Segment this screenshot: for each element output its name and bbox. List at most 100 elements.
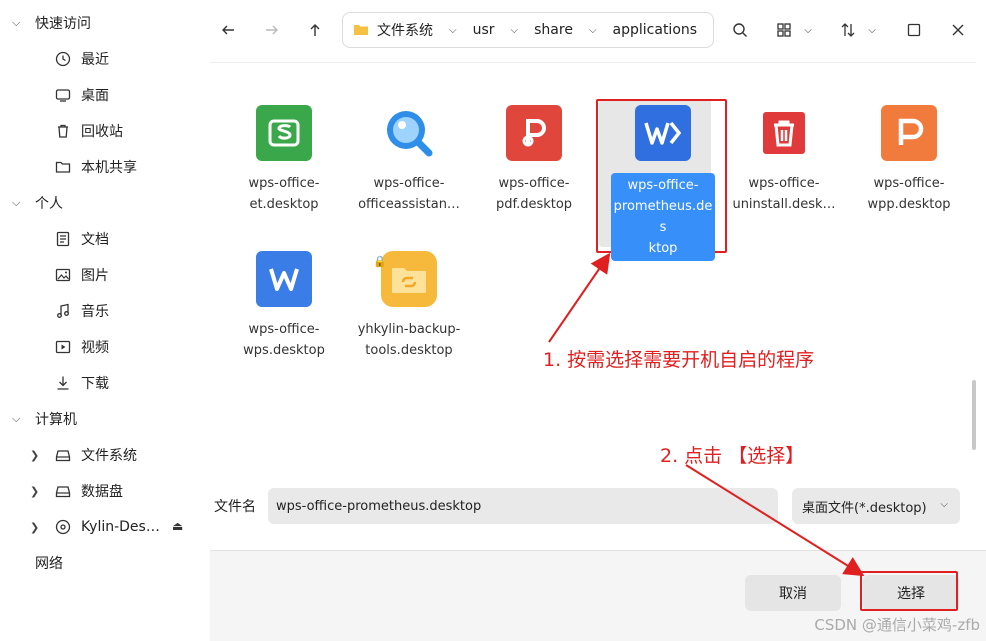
sidebar-item-documents[interactable]: 文档 [55,221,205,257]
breadcrumb-item-usr[interactable]: usr [473,22,495,38]
close-button[interactable] [942,14,974,46]
file-item-et[interactable]: wps-office-et.desktop [224,105,344,215]
file-item-wpp[interactable]: wps-office-wpp.desktop [849,105,969,215]
annotation-box-select [860,571,958,611]
sidebar-item-data-disk[interactable]: ❯ 数据盘 [30,473,205,509]
file-name-line: wps-office- [627,178,699,193]
clock-icon [55,51,71,67]
music-icon [55,303,71,319]
vertical-scrollbar[interactable] [972,380,976,450]
view-mode-button[interactable] [772,14,796,46]
file-name-line: wps.desktop [243,343,325,358]
sidebar-group-personal[interactable]: ⌵ 个人 [0,185,210,221]
sidebar-group-label: 快速访问 [35,16,91,32]
chevron-down-icon[interactable]: ⌵ [511,25,519,36]
pdf-icon [506,105,562,161]
sidebar-group-network[interactable]: 网络 [0,545,210,581]
sort-button[interactable] [836,14,860,46]
sidebar-item-label: 数据盘 [81,484,123,500]
sidebar-group-quick-access[interactable]: ⌵ 快速访问 [0,5,210,41]
disc-icon [55,519,71,535]
file-name-line: wps-office- [248,176,320,191]
filename-label: 文件名 [214,499,256,515]
image-icon [55,267,71,283]
file-name-line: wps-office- [373,176,445,191]
arrow-up-icon [310,24,320,36]
sidebar-item-music[interactable]: 音乐 [55,293,205,329]
sidebar-item-label: 桌面 [81,88,109,104]
close-icon [952,24,964,36]
chevron-right-icon[interactable]: ❯ [30,485,55,498]
sidebar-item-desktop[interactable]: 桌面 [55,77,205,113]
search-button[interactable] [724,14,756,46]
file-name-line: prometheus.des [613,199,713,235]
spreadsheet-icon [256,105,312,161]
backup-folder-icon: 🔒 [373,251,437,307]
file-name-line: wpp.desktop [867,197,951,212]
file-name-line: wps-office- [248,322,320,337]
file-type-filter[interactable]: 桌面文件(*.desktop) ⌵ [792,488,960,524]
sidebar-item-label: 视频 [81,340,109,356]
file-chooser-window: ⌵ 快速访问 最近 桌面 回收站 本机共享 ⌵ 个人 文档 图片 音乐 视频 下… [0,0,986,641]
sidebar: ⌵ 快速访问 最近 桌面 回收站 本机共享 ⌵ 个人 文档 图片 音乐 视频 下… [0,0,210,641]
breadcrumb-item-share[interactable]: share [534,22,573,38]
file-item-wps[interactable]: wps-office-wps.desktop [224,251,344,361]
maximize-button[interactable] [898,14,930,46]
sidebar-item-label: 下载 [81,376,109,392]
video-icon [55,339,71,355]
file-grid: wps-office-et.desktop wps-office-officea… [210,62,976,470]
arrow-left-icon [222,25,234,35]
sidebar-item-videos[interactable]: 视频 [55,329,205,365]
sidebar-item-local-share[interactable]: 本机共享 [55,149,205,185]
forward-button[interactable] [256,14,288,46]
chevron-down-icon[interactable]: ⌵ [589,25,597,36]
chevron-down-icon: ⌵ [12,412,21,425]
file-name-line: pdf.desktop [495,197,573,212]
sidebar-item-trash[interactable]: 回收站 [55,113,205,149]
file-item-backup-tools[interactable]: 🔒 yhkylin-backup-tools.desktop [349,251,469,361]
sidebar-group-computer[interactable]: ⌵ 计算机 [0,401,210,437]
presentation-icon [881,105,937,161]
annotation-step1: 1. 按需选择需要开机自启的程序 [543,349,815,371]
file-name-line: wps-office- [873,176,945,191]
sidebar-item-label: 文档 [81,232,109,248]
view-mode-dropdown-icon[interactable]: ⌵ [798,14,818,46]
eject-icon[interactable]: ⏏ [172,519,183,533]
sort-dropdown-icon[interactable]: ⌵ [862,14,882,46]
sidebar-item-label: Kylin-Des… [81,519,160,535]
grid-view-icon [777,23,791,37]
sidebar-item-pictures[interactable]: 图片 [55,257,205,293]
folder-icon [55,159,71,175]
sidebar-group-label: 网络 [35,556,63,572]
file-item-pdf[interactable]: wps-office-pdf.desktop [474,105,594,215]
sidebar-group-label: 个人 [35,196,63,212]
file-name-line: wps-office- [748,176,820,191]
sidebar-item-recent[interactable]: 最近 [55,41,205,77]
uninstall-icon [756,105,812,161]
filename-row: 文件名 桌面文件(*.desktop) ⌵ [210,470,986,550]
annotation-step2: 2. 点击 【选择】 [660,445,805,467]
search-icon [733,23,747,37]
sidebar-item-kylin-disc[interactable]: ❯ Kylin-Des… ⏏ [30,509,205,545]
sidebar-item-label: 回收站 [81,124,123,140]
up-button[interactable] [299,14,331,46]
chevron-down-icon[interactable]: ⌵ [449,25,457,36]
chevron-down-icon: ⌵ [12,16,21,29]
chevron-down-icon: ⌵ [940,499,948,510]
back-button[interactable] [212,14,244,46]
magnifier-icon [381,105,437,161]
breadcrumb-item-applications[interactable]: applications [613,22,698,38]
filename-input[interactable] [268,488,778,524]
sidebar-item-filesystem[interactable]: ❯ 文件系统 [30,437,205,473]
folder-icon [353,22,369,38]
chevron-right-icon[interactable]: ❯ [30,449,55,462]
file-item-uninstall[interactable]: wps-office-uninstall.desk… [724,105,844,215]
wps-logo-icon [635,105,691,161]
sidebar-item-downloads[interactable]: 下载 [55,365,205,401]
arrow-right-icon [266,25,278,35]
chevron-right-icon[interactable]: ❯ [30,521,55,534]
file-name-line: ktop [648,241,678,256]
breadcrumb-item-filesystem[interactable]: 文件系统 [377,20,433,40]
cancel-button[interactable]: 取消 [745,575,841,611]
file-item-officeassistant[interactable]: wps-office-officeassistan… [349,105,469,215]
